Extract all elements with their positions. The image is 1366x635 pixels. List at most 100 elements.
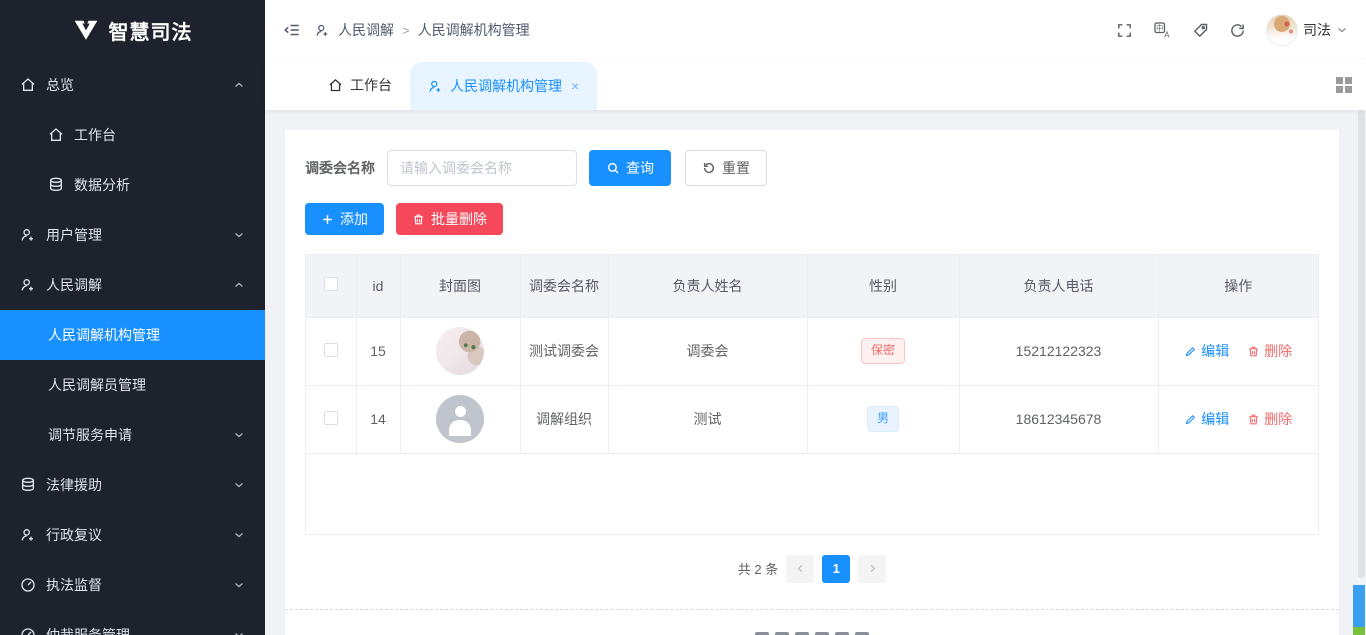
sidebar-item-label: 人民调解机构管理 <box>48 325 160 345</box>
sidebar-item-mediation-service-apply[interactable]: 调节服务申请 <box>0 410 265 460</box>
user-add-icon <box>20 527 36 543</box>
user-add-icon <box>20 227 36 243</box>
sidebar-item-law-enforcement-supervision[interactable]: 执法监督 <box>0 560 265 610</box>
prev-page-button[interactable] <box>786 555 814 583</box>
user-menu[interactable]: 司法 <box>1266 14 1348 46</box>
add-button[interactable]: 添加 <box>305 203 384 235</box>
col-id: id <box>356 255 400 317</box>
table-row: 15 测试调委会 调委会 保密 15212122323 编辑 <box>306 317 1318 385</box>
cell-phone: 15212122323 <box>959 317 1158 385</box>
sidebar-item-data-analysis[interactable]: 数据分析 <box>0 160 265 210</box>
brand-v-icon <box>73 17 99 43</box>
chevron-down-icon <box>233 429 245 441</box>
home-icon <box>20 77 36 93</box>
sidebar-item-label: 人民调解员管理 <box>48 375 146 395</box>
trash-icon <box>412 213 425 226</box>
sidebar-item-user-management[interactable]: 用户管理 <box>0 210 265 260</box>
sidebar-item-overview[interactable]: 总览 <box>0 60 265 110</box>
row-checkbox[interactable] <box>324 411 338 425</box>
edit-link-label: 编辑 <box>1201 409 1229 429</box>
col-phone: 负责人电话 <box>959 255 1158 317</box>
sidebar-item-label: 总览 <box>46 75 74 95</box>
sidebar-item-admin-reconsideration[interactable]: 行政复议 <box>0 510 265 560</box>
chevron-down-icon <box>233 579 245 591</box>
search-button[interactable]: 查询 <box>589 150 671 186</box>
tab-label: 人民调解机构管理 <box>450 76 562 96</box>
content-card: 调委会名称 查询 重置 添加 <box>285 130 1339 612</box>
col-ops: 操作 <box>1158 255 1318 317</box>
breadcrumb-separator: > <box>402 23 410 38</box>
edit-link[interactable]: 编辑 <box>1184 409 1229 429</box>
tab-options-grid-icon[interactable] <box>1336 77 1352 93</box>
tab-close-icon[interactable]: × <box>571 78 579 94</box>
row-checkbox[interactable] <box>324 343 338 357</box>
table-header-row: id 封面图 调委会名称 负责人姓名 性别 负责人电话 操作 <box>306 255 1318 317</box>
sidebar-item-workbench[interactable]: 工作台 <box>0 110 265 160</box>
translate-icon[interactable]: 中A <box>1153 21 1172 40</box>
cell-leader: 测试 <box>608 385 807 453</box>
corner-widget-green[interactable] <box>1353 627 1365 635</box>
delete-link[interactable]: 删除 <box>1247 409 1292 429</box>
gender-badge: 保密 <box>861 338 905 364</box>
sidebar-item-label: 执法监督 <box>46 575 102 595</box>
edit-link-label: 编辑 <box>1201 341 1229 361</box>
select-all-checkbox[interactable] <box>324 277 338 291</box>
sidebar-item-label: 用户管理 <box>46 225 102 245</box>
corner-widget-blue[interactable] <box>1353 585 1365 627</box>
gender-badge: 男 <box>867 406 899 432</box>
fullscreen-icon[interactable] <box>1116 22 1133 39</box>
scrollbar-thumb[interactable] <box>1358 110 1365 578</box>
cell-leader: 调委会 <box>608 317 807 385</box>
chevron-down-icon <box>233 629 245 635</box>
tab-bar: 工作台 人民调解机构管理 × <box>265 60 1366 110</box>
sidebar-item-label: 法律援助 <box>46 475 102 495</box>
sidebar-item-arbitration-service[interactable]: 仲裁服务管理 <box>0 610 265 635</box>
header-actions: 中A 司法 <box>1116 14 1348 46</box>
sidebar-item-legal-aid[interactable]: 法律援助 <box>0 460 265 510</box>
home-icon <box>328 78 343 93</box>
table-toolbar: 添加 批量删除 <box>305 203 1319 235</box>
sidebar-item-label: 调节服务申请 <box>48 425 132 445</box>
logo[interactable]: 智慧司法 <box>0 0 265 60</box>
org-name-input[interactable] <box>387 150 577 186</box>
refresh-icon[interactable] <box>1229 22 1246 39</box>
edit-link[interactable]: 编辑 <box>1184 341 1229 361</box>
app-title: 智慧司法 <box>109 16 193 45</box>
page-number-button[interactable]: 1 <box>822 555 850 583</box>
delete-link[interactable]: 删除 <box>1247 341 1292 361</box>
svg-text:中: 中 <box>1156 23 1163 32</box>
user-add-icon <box>315 23 330 38</box>
tab-mediation-org-management[interactable]: 人民调解机构管理 × <box>410 62 597 110</box>
sidebar-item-label: 工作台 <box>74 125 116 145</box>
chevron-down-icon <box>233 229 245 241</box>
chevron-down-icon <box>233 529 245 541</box>
cover-image <box>436 327 484 375</box>
home-icon <box>48 127 64 143</box>
breadcrumb: 人民调解 > 人民调解机构管理 <box>315 20 530 40</box>
gauge-icon <box>20 627 36 635</box>
trash-icon <box>1247 345 1260 358</box>
plus-icon <box>321 213 334 226</box>
cell-name: 调解组织 <box>520 385 608 453</box>
sidebar-item-label: 人民调解 <box>46 275 102 295</box>
batch-delete-button[interactable]: 批量删除 <box>396 203 503 235</box>
sidebar-item-label: 仲裁服务管理 <box>46 625 130 635</box>
chevron-right-icon <box>867 563 878 574</box>
chevron-left-icon <box>795 563 806 574</box>
theme-skin-icon[interactable] <box>1192 22 1209 39</box>
next-page-button[interactable] <box>858 555 886 583</box>
page-content: 调委会名称 查询 重置 添加 <box>265 110 1366 635</box>
breadcrumb-section[interactable]: 人民调解 <box>338 20 394 40</box>
avatar <box>1266 14 1298 46</box>
sidebar-item-people-mediation[interactable]: 人民调解 <box>0 260 265 310</box>
menu-fold-icon[interactable] <box>283 21 301 39</box>
reset-button[interactable]: 重置 <box>685 150 767 186</box>
tab-workbench[interactable]: 工作台 <box>310 60 410 110</box>
sidebar-item-mediation-org-management[interactable]: 人民调解机构管理 <box>0 310 265 360</box>
gauge-icon <box>20 577 36 593</box>
col-gender: 性别 <box>807 255 959 317</box>
edit-pencil-icon <box>1184 413 1197 426</box>
cell-name: 测试调委会 <box>520 317 608 385</box>
sidebar-item-mediator-management[interactable]: 人民调解员管理 <box>0 360 265 410</box>
batch-delete-button-label: 批量删除 <box>431 209 487 229</box>
